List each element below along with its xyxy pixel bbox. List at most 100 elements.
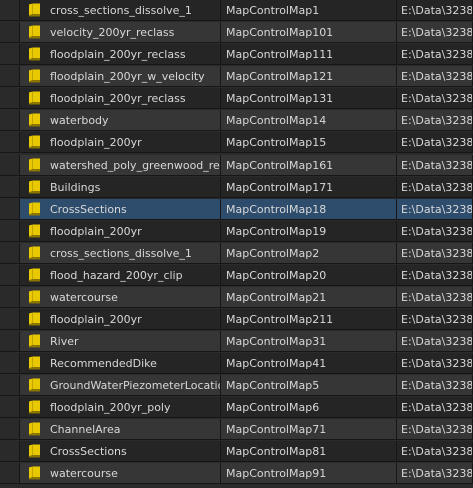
map-cell[interactable]: MapControlMap71 <box>221 419 397 439</box>
name-cell[interactable]: flood_hazard_200yr_clip <box>20 265 221 285</box>
map-cell[interactable]: MapControlMap161 <box>221 155 397 175</box>
row-header[interactable] <box>0 397 20 417</box>
name-cell[interactable]: floodplain_200yr_w_velocity <box>20 66 221 86</box>
path-cell[interactable]: E:\Data\32385_ <box>397 243 473 263</box>
name-cell[interactable]: floodplain_200yr <box>20 132 221 152</box>
row-header[interactable] <box>0 199 20 219</box>
row-header[interactable] <box>0 221 20 241</box>
table-row[interactable]: ChannelArea MapControlMap71 E:\Data\32385_ <box>0 419 473 440</box>
name-cell[interactable]: floodplain_200yr <box>20 221 221 241</box>
row-header[interactable] <box>0 155 20 175</box>
table-row[interactable]: floodplain_200yr_poly MapControlMap6 E:\Da… <box>0 397 473 418</box>
name-cell[interactable]: cross_sections_dissolve_1 <box>20 0 221 20</box>
map-cell[interactable]: MapControlMap21 <box>221 287 397 307</box>
row-header[interactable] <box>0 44 20 64</box>
map-cell[interactable]: MapControlMap41 <box>221 353 397 373</box>
path-cell[interactable]: E:\Data\32385_ <box>397 353 473 373</box>
path-cell[interactable]: E:\Data\32385_ <box>397 309 473 329</box>
table-row[interactable]: floodplain_200yr MapControlMap15 E:\Data\3… <box>0 132 473 153</box>
name-cell[interactable]: ChannelArea <box>20 419 221 439</box>
path-cell[interactable]: E:\Data\32385_ <box>397 221 473 241</box>
path-cell[interactable]: E:\Data\32385_ <box>397 110 473 130</box>
table-row[interactable]: CrossSections MapControlMap18 E:\Data\3238… <box>0 199 473 220</box>
table-row[interactable]: watercourse MapControlMap21 E:\Data\32385_ <box>0 287 473 308</box>
row-header[interactable] <box>0 88 20 108</box>
row-header[interactable] <box>0 22 20 42</box>
table-row[interactable]: Buildings MapControlMap171 E:\Data\32385_ <box>0 177 473 198</box>
table-row[interactable]: GroundWaterPiezometerLocations MapControl… <box>0 375 473 396</box>
table-row[interactable]: velocity_200yr_reclass MapControlMap101 E:… <box>0 22 473 43</box>
name-cell[interactable]: watercourse <box>20 463 221 483</box>
table-row[interactable]: cross_sections_dissolve_1 MapControlMap1 E… <box>0 0 473 21</box>
name-cell[interactable]: watershed_poly_greenwood_rev1 <box>20 155 221 175</box>
name-cell[interactable]: watercourse <box>20 287 221 307</box>
row-header[interactable] <box>0 441 20 461</box>
table-row[interactable]: floodplain_200yr MapControlMap211 E:\Data\… <box>0 309 473 330</box>
row-header[interactable] <box>0 243 20 263</box>
path-cell[interactable]: E:\Data\32385_ <box>397 287 473 307</box>
name-cell[interactable]: floodplain_200yr_poly <box>20 397 221 417</box>
name-cell[interactable]: waterbody <box>20 110 221 130</box>
map-cell[interactable]: MapControlMap5 <box>221 375 397 395</box>
row-header[interactable] <box>0 463 20 483</box>
map-cell[interactable]: MapControlMap171 <box>221 177 397 197</box>
table-row[interactable]: CrossSections MapControlMap81 E:\Data\3238… <box>0 441 473 462</box>
row-header[interactable] <box>0 331 20 351</box>
path-cell[interactable]: E:\Data\32385_ <box>397 44 473 64</box>
row-header[interactable] <box>0 177 20 197</box>
table-row[interactable]: flood_hazard_200yr_clip MapControlMap20 E:… <box>0 265 473 286</box>
table-row[interactable]: cross_sections_dissolve_1 MapControlMap2 E… <box>0 243 473 264</box>
row-header[interactable] <box>0 309 20 329</box>
map-cell[interactable]: MapControlMap2 <box>221 243 397 263</box>
map-cell[interactable]: MapControlMap6 <box>221 397 397 417</box>
name-cell[interactable]: floodplain_200yr_reclass <box>20 44 221 64</box>
table-row[interactable]: floodplain_200yr_reclass MapControlMap131… <box>0 88 473 109</box>
map-cell[interactable]: MapControlMap111 <box>221 44 397 64</box>
table-row[interactable]: floodplain_200yr_reclass MapControlMap111… <box>0 44 473 65</box>
name-cell[interactable]: River <box>20 331 221 351</box>
path-cell[interactable]: E:\Data\32385_ <box>397 155 473 175</box>
row-header[interactable] <box>0 0 20 20</box>
table-row[interactable]: waterbody MapControlMap14 E:\Data\32385_ <box>0 110 473 131</box>
table-row[interactable]: floodplain_200yr MapControlMap19 E:\Data\3… <box>0 221 473 242</box>
row-header[interactable] <box>0 419 20 439</box>
map-cell[interactable]: MapControlMap91 <box>221 463 397 483</box>
map-cell[interactable]: MapControlMap101 <box>221 22 397 42</box>
table-row[interactable]: watercourse MapControlMap91 E:\Data\32385_ <box>0 463 473 484</box>
row-header[interactable] <box>0 132 20 152</box>
name-cell[interactable]: velocity_200yr_reclass <box>20 22 221 42</box>
path-cell[interactable]: E:\Data\32385_ <box>397 375 473 395</box>
name-cell[interactable]: CrossSections <box>20 441 221 461</box>
row-header[interactable] <box>0 287 20 307</box>
name-cell[interactable]: floodplain_200yr <box>20 309 221 329</box>
table-row[interactable]: River MapControlMap31 E:\Data\32385_ <box>0 331 473 352</box>
path-cell[interactable]: E:\Data\32385_ <box>397 66 473 86</box>
path-cell[interactable]: E:\Data\32385_ <box>397 331 473 351</box>
map-cell[interactable]: MapControlMap31 <box>221 331 397 351</box>
map-cell[interactable]: MapControlMap1 <box>221 0 397 20</box>
path-cell[interactable]: E:\Data\32385_ <box>397 397 473 417</box>
map-cell[interactable]: MapControlMap19 <box>221 221 397 241</box>
path-cell[interactable]: E:\Data\32385_ <box>397 463 473 483</box>
path-cell[interactable]: E:\Data\32385_ <box>397 419 473 439</box>
path-cell[interactable]: E:\Data\32385_ <box>397 0 473 20</box>
name-cell[interactable]: Buildings <box>20 177 221 197</box>
table-row[interactable]: RecommendedDike MapControlMap41 E:\Data\32… <box>0 353 473 374</box>
name-cell[interactable]: GroundWaterPiezometerLocations <box>20 375 221 395</box>
name-cell[interactable]: floodplain_200yr_reclass <box>20 88 221 108</box>
row-header[interactable] <box>0 353 20 373</box>
map-cell[interactable]: MapControlMap211 <box>221 309 397 329</box>
name-cell[interactable]: CrossSections <box>20 199 221 219</box>
row-header[interactable] <box>0 375 20 395</box>
name-cell[interactable]: RecommendedDike <box>20 353 221 373</box>
row-header[interactable] <box>0 265 20 285</box>
map-cell[interactable]: MapControlMap14 <box>221 110 397 130</box>
path-cell[interactable]: E:\Data\32385_ <box>397 132 473 152</box>
table-row[interactable]: floodplain_200yr_w_velocity MapControlMap… <box>0 66 473 87</box>
map-cell[interactable]: MapControlMap15 <box>221 132 397 152</box>
row-header[interactable] <box>0 110 20 130</box>
map-cell[interactable]: MapControlMap81 <box>221 441 397 461</box>
map-cell[interactable]: MapControlMap131 <box>221 88 397 108</box>
map-cell[interactable]: MapControlMap121 <box>221 66 397 86</box>
table-row[interactable]: watershed_poly_greenwood_rev1 MapControlM… <box>0 155 473 176</box>
